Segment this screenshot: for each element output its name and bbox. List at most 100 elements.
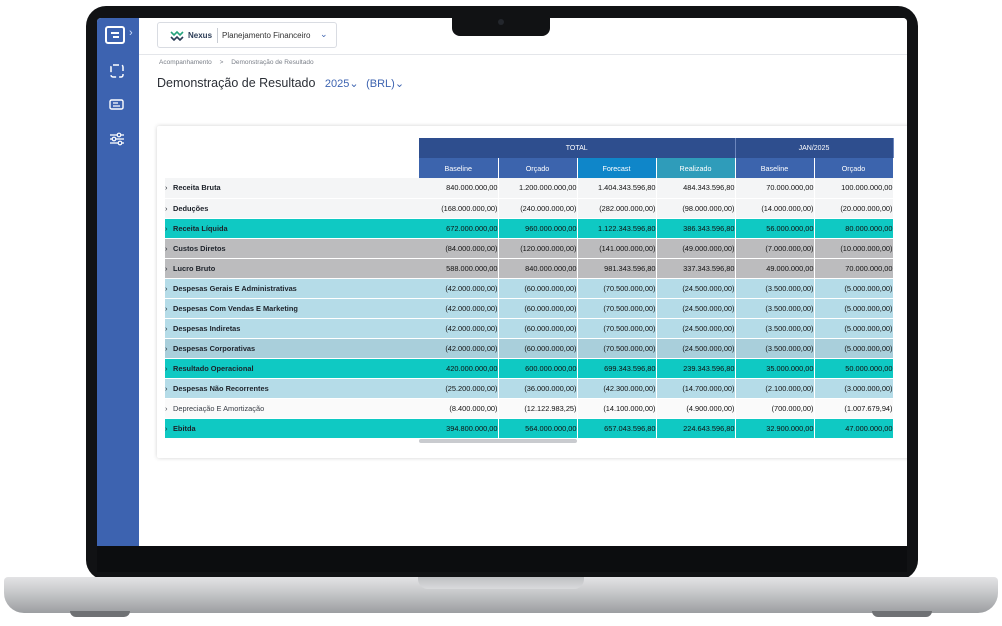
table-cell: (12.122.983,25) <box>498 398 578 419</box>
table-cell: (60.000.000,00) <box>498 338 578 359</box>
row-label[interactable]: › Lucro Bruto <box>165 258 419 279</box>
column-header-orcado[interactable]: Orçado <box>498 158 578 178</box>
table-cell: (70.500.000,00) <box>577 298 657 319</box>
table-cell: (10.000.000,00) <box>814 238 894 259</box>
expand-chevron-icon[interactable]: › <box>165 324 173 333</box>
table-row[interactable]: › Resultado Operacional 420.000.000,00 600.… <box>165 358 894 379</box>
table-row[interactable]: › Despesas Gerais E Administrativas (42.00… <box>165 278 894 299</box>
column-header-realizado[interactable]: Realizado <box>656 158 736 178</box>
table-cell: 699.343.596,80 <box>577 358 657 379</box>
expand-chevron-icon[interactable]: › <box>165 183 173 192</box>
table-cell: (36.000.000,00) <box>498 378 578 399</box>
row-label[interactable]: › Despesas Com Vendas E Marketing <box>165 298 419 319</box>
row-label[interactable]: › Deduções <box>165 198 419 219</box>
table-row[interactable]: › Despesas Não Recorrentes (25.200.000,00)… <box>165 378 894 399</box>
sidebar-expand-icon[interactable]: › <box>129 27 133 39</box>
row-label-text: Deduções <box>173 203 209 213</box>
brand-name: Nexus <box>188 31 213 40</box>
table-cell: (70.500.000,00) <box>577 338 657 359</box>
expand-chevron-icon[interactable]: › <box>165 284 173 293</box>
row-label-text: Receita Líquida <box>173 223 228 233</box>
row-label[interactable]: › Receita Líquida <box>165 218 419 239</box>
row-label-text: Despesas Com Vendas E Marketing <box>173 303 298 313</box>
table-row[interactable]: › Despesas Corporativas (42.000.000,00) (60… <box>165 338 894 359</box>
table-cell: (141.000.000,00) <box>577 238 657 259</box>
row-label[interactable]: › Custos Diretos <box>165 238 419 259</box>
table-cell: 56.000.000,00 <box>735 218 815 239</box>
table-cell: (3.500.000,00) <box>735 318 815 339</box>
table-cell: (60.000.000,00) <box>498 278 578 299</box>
table-row[interactable]: › Despesas Indiretas (42.000.000,00) (60.00… <box>165 318 894 339</box>
expand-chevron-icon[interactable]: › <box>165 264 173 273</box>
table-cell: (120.000.000,00) <box>498 238 578 259</box>
table-row[interactable]: › Depreciação E Amortização (8.400.000,00)… <box>165 398 894 419</box>
app-logo-icon[interactable] <box>105 26 125 44</box>
row-label[interactable]: › Depreciação E Amortização <box>165 398 419 419</box>
horizontal-scrollbar[interactable] <box>419 439 577 443</box>
table-cell: (60.000.000,00) <box>498 318 578 339</box>
table-cell: (24.500.000,00) <box>656 298 736 319</box>
table-cell: (5.000.000,00) <box>814 298 894 319</box>
year-selector[interactable]: 2025⌄ <box>325 78 359 90</box>
expand-chevron-icon[interactable]: › <box>165 224 173 233</box>
table-cell: (42.000.000,00) <box>419 278 499 299</box>
column-header-orcado[interactable]: Orçado <box>814 158 894 178</box>
table-cell: (42.000.000,00) <box>419 338 499 359</box>
row-label-text: Despesas Corporativas <box>173 343 256 353</box>
table-cell: 657.043.596,80 <box>577 418 657 439</box>
group-header-total: TOTAL <box>419 138 736 158</box>
expand-chevron-icon[interactable]: › <box>165 384 173 393</box>
table-row[interactable]: › Receita Líquida 672.000.000,00 960.000.00… <box>165 218 894 239</box>
breadcrumb-item[interactable]: Acompanhamento <box>159 59 212 66</box>
table-row[interactable]: › Deduções (168.000.000,00) (240.000.000,00… <box>165 198 894 219</box>
row-label[interactable]: › Ebitda <box>165 418 419 439</box>
table-cell: 80.000.000,00 <box>814 218 894 239</box>
row-label[interactable]: › Despesas Gerais E Administrativas <box>165 278 419 299</box>
table-row[interactable]: › Custos Diretos (84.000.000,00) (120.000.0… <box>165 238 894 259</box>
table-row[interactable]: › Receita Bruta 840.000.000,00 1.200.000.00… <box>165 178 894 199</box>
table-row[interactable]: › Lucro Bruto 588.000.000,00 840.000.000,00… <box>165 258 894 279</box>
table-cell: (5.000.000,00) <box>814 318 894 339</box>
row-label[interactable]: › Resultado Operacional <box>165 358 419 379</box>
table-cell: 420.000.000,00 <box>419 358 499 379</box>
expand-chevron-icon[interactable]: › <box>165 344 173 353</box>
filters-icon[interactable] <box>109 132 125 146</box>
row-label[interactable]: › Despesas Não Recorrentes <box>165 378 419 399</box>
expand-chevron-icon[interactable]: › <box>165 244 173 253</box>
table-cell: (240.000.000,00) <box>498 198 578 219</box>
table-cell: (24.500.000,00) <box>656 338 736 359</box>
table-row[interactable]: › Despesas Com Vendas E Marketing (42.000.… <box>165 298 894 319</box>
table-cell: 564.000.000,00 <box>498 418 578 439</box>
table-row[interactable]: › Ebitda 394.800.000,00 564.000.000,00 657.0… <box>165 418 894 439</box>
row-label[interactable]: › Despesas Indiretas <box>165 318 419 339</box>
laptop-chin <box>97 546 907 572</box>
table-cell: (5.000.000,00) <box>814 278 894 299</box>
refresh-icon[interactable] <box>109 64 125 78</box>
breadcrumb-item: Demonstração de Resultado <box>231 59 314 66</box>
expand-chevron-icon[interactable]: › <box>165 204 173 213</box>
row-label[interactable]: › Receita Bruta <box>165 178 419 199</box>
currency-selector[interactable]: (BRL)⌄ <box>366 78 404 90</box>
table-cell: (3.000.000,00) <box>814 378 894 399</box>
row-label-text: Despesas Gerais E Administrativas <box>173 283 297 293</box>
expand-chevron-icon[interactable]: › <box>165 304 173 313</box>
expand-chevron-icon[interactable]: › <box>165 364 173 373</box>
report-icon[interactable] <box>109 98 125 112</box>
table-cell: 35.000.000,00 <box>735 358 815 379</box>
table-cell: (7.000.000,00) <box>735 238 815 259</box>
column-header-baseline[interactable]: Baseline <box>735 158 815 178</box>
module-switcher[interactable]: Nexus Planejamento Financeiro ⌄ <box>157 22 337 48</box>
expand-chevron-icon[interactable]: › <box>165 404 173 413</box>
column-header-baseline[interactable]: Baseline <box>419 158 499 178</box>
chevron-down-icon[interactable]: ⌄ <box>320 29 328 40</box>
table-cell: 32.900.000,00 <box>735 418 815 439</box>
table-cell: (70.500.000,00) <box>577 318 657 339</box>
row-label[interactable]: › Despesas Corporativas <box>165 338 419 359</box>
row-label-text: Despesas Indiretas <box>173 323 241 333</box>
nexus-logo-icon <box>170 30 184 41</box>
page-title: Demonstração de Resultado 2025⌄ (BRL)⌄ <box>157 76 404 90</box>
table-cell: 672.000.000,00 <box>419 218 499 239</box>
column-header-forecast[interactable]: Forecast <box>577 158 657 178</box>
expand-chevron-icon[interactable]: › <box>165 424 173 433</box>
table-cell: (42.300.000,00) <box>577 378 657 399</box>
